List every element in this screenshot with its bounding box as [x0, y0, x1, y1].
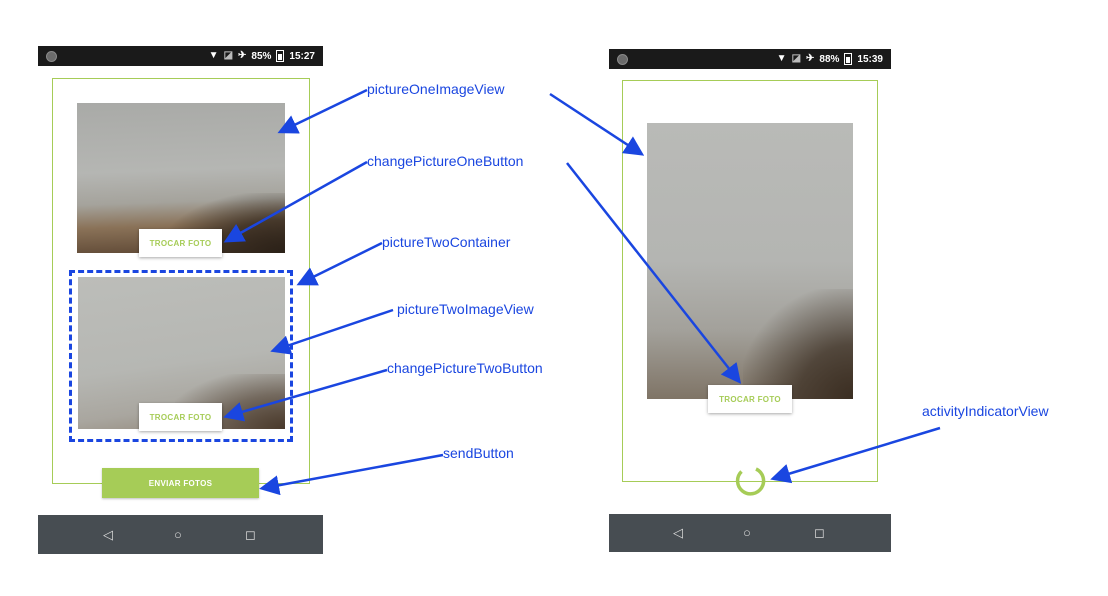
label-picture-one-image-view: pictureOneImageView [367, 81, 505, 97]
label-activity-indicator-view: activityIndicatorView [922, 403, 1049, 419]
arrow-icon [259, 453, 444, 496]
arrow-icon [296, 241, 383, 286]
label-picture-two-container: pictureTwoContainer [382, 234, 511, 250]
arrow-icon [277, 88, 368, 134]
arrow-icon [223, 160, 368, 243]
arrow-icon [270, 308, 394, 355]
arrow-icon [770, 426, 941, 484]
label-send-button: sendButton [443, 445, 514, 461]
arrow-icon [223, 368, 388, 422]
label-change-picture-one-button: changePictureOneButton [367, 153, 524, 169]
annotation-arrows [223, 88, 941, 496]
label-change-picture-two-button: changePictureTwoButton [387, 360, 543, 376]
arrow-icon [566, 162, 742, 384]
label-picture-two-image-view: pictureTwoImageView [397, 301, 534, 317]
arrow-icon [549, 92, 645, 156]
